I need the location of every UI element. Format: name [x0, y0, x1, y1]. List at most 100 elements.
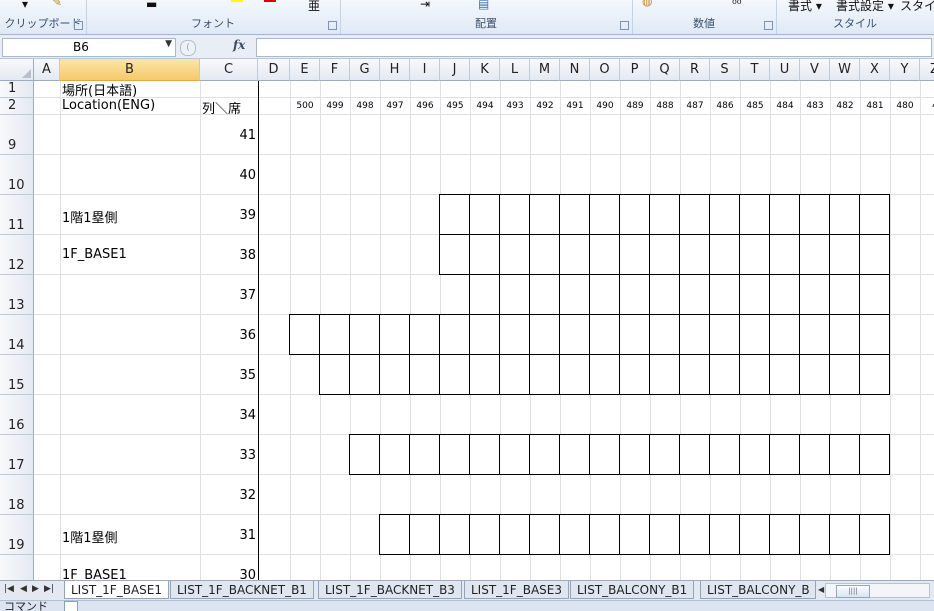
seat-cell[interactable]: [409, 354, 440, 395]
seat-number-cell[interactable]: 489: [620, 101, 650, 111]
seat-cell[interactable]: [799, 274, 830, 315]
seat-cell[interactable]: [859, 434, 890, 475]
next-sheet-icon[interactable]: ▶: [32, 584, 39, 594]
seat-number-cell[interactable]: 485: [740, 101, 770, 111]
column-header-c[interactable]: C: [200, 59, 258, 81]
clipboard-launcher-icon[interactable]: [74, 21, 83, 30]
seat-cell[interactable]: [499, 274, 530, 315]
seat-cell[interactable]: [559, 514, 590, 555]
column-header-r[interactable]: R: [680, 59, 710, 81]
seat-cell[interactable]: [559, 354, 590, 395]
scroll-left-icon[interactable]: ◀: [818, 585, 824, 594]
seat-cell[interactable]: [709, 354, 740, 395]
seat-cell[interactable]: [859, 234, 890, 275]
seat-number-cell[interactable]: 486: [710, 101, 740, 111]
row-header[interactable]: 19: [0, 515, 34, 555]
seat-cell[interactable]: [829, 314, 860, 355]
seat-cell[interactable]: [649, 314, 680, 355]
seat-cell[interactable]: [589, 354, 620, 395]
column-header-h[interactable]: H: [380, 59, 410, 81]
column-header-w[interactable]: W: [830, 59, 860, 81]
seat-cell[interactable]: [439, 434, 470, 475]
column-header-t[interactable]: T: [740, 59, 770, 81]
seat-number-cell[interactable]: 495: [440, 101, 470, 111]
seat-number-cell[interactable]: 487: [680, 101, 710, 111]
indent-icon[interactable]: ⇥: [420, 0, 430, 11]
seat-cell[interactable]: [499, 354, 530, 395]
column-header-p[interactable]: P: [620, 59, 650, 81]
row-header[interactable]: 13: [0, 275, 34, 315]
seat-cell[interactable]: [349, 354, 380, 395]
column-header-a[interactable]: A: [34, 59, 60, 81]
seat-cell[interactable]: [709, 434, 740, 475]
seat-cell[interactable]: [559, 434, 590, 475]
seat-cell[interactable]: [829, 354, 860, 395]
seat-cell[interactable]: [739, 514, 770, 555]
seat-cell[interactable]: [529, 314, 560, 355]
seat-cell[interactable]: [769, 274, 800, 315]
tab-list-balcony-b1[interactable]: LIST_BALCONY_B1: [570, 581, 695, 599]
seat-cell[interactable]: [409, 514, 440, 555]
wrap-text-icon[interactable]: ▤: [478, 0, 489, 11]
column-header-l[interactable]: L: [500, 59, 530, 81]
seat-cell[interactable]: [859, 314, 890, 355]
row-number-cell[interactable]: 38: [196, 248, 256, 263]
scrollbar-thumb[interactable]: ||||: [836, 585, 870, 598]
seat-cell[interactable]: [859, 194, 890, 235]
formula-input[interactable]: [256, 38, 932, 57]
seat-cell[interactable]: [589, 234, 620, 275]
phonetic-icon[interactable]: 亜: [308, 0, 320, 14]
name-box-chevron-down-icon[interactable]: ▼: [165, 39, 172, 49]
cell-b2[interactable]: Location(ENG): [62, 98, 155, 113]
seat-cell[interactable]: [349, 314, 380, 355]
seat-cell[interactable]: [529, 434, 560, 475]
column-header-o[interactable]: O: [590, 59, 620, 81]
row-number-cell[interactable]: 41: [196, 128, 256, 143]
insert-function-button[interactable]: fx: [233, 38, 245, 52]
seat-cell[interactable]: [499, 514, 530, 555]
seat-cell[interactable]: [559, 194, 590, 235]
seat-number-cell[interactable]: 480: [890, 101, 920, 111]
seat-number-cell[interactable]: 483: [800, 101, 830, 111]
seat-cell[interactable]: [619, 354, 650, 395]
seat-cell[interactable]: [649, 194, 680, 235]
seat-number-cell[interactable]: 481: [860, 101, 890, 111]
row-header[interactable]: 12: [0, 235, 34, 275]
seat-cell[interactable]: [649, 514, 680, 555]
seat-cell[interactable]: [589, 194, 620, 235]
seat-cell[interactable]: [739, 314, 770, 355]
seat-number-cell[interactable]: 499: [320, 101, 350, 111]
seat-cell[interactable]: [529, 274, 560, 315]
tab-list-1f-backnet-b1[interactable]: LIST_1F_BACKNET_B1: [170, 581, 314, 599]
seat-cell[interactable]: [679, 194, 710, 235]
tab-list-1f-base1[interactable]: LIST_1F_BASE1: [64, 581, 169, 599]
row-header[interactable]: 10: [0, 155, 34, 195]
seat-number-cell[interactable]: 493: [500, 101, 530, 111]
seat-cell[interactable]: [379, 314, 410, 355]
seat-cell[interactable]: [469, 354, 500, 395]
row-header[interactable]: 1: [0, 81, 34, 98]
row-number-cell[interactable]: 40: [196, 168, 256, 183]
seat-cell[interactable]: [859, 354, 890, 395]
paste-dropdown-icon[interactable]: ▾: [22, 0, 28, 11]
seat-cell[interactable]: [799, 434, 830, 475]
seat-cell[interactable]: [499, 234, 530, 275]
seat-cell[interactable]: [559, 234, 590, 275]
seat-cell[interactable]: [679, 514, 710, 555]
styles-button[interactable]: スタイル: [900, 0, 934, 14]
seat-cell[interactable]: [499, 434, 530, 475]
format-as-table-button[interactable]: 書式 ▾: [788, 0, 822, 14]
row-header[interactable]: 9: [0, 115, 34, 155]
seat-cell[interactable]: [469, 194, 500, 235]
font-launcher-icon[interactable]: [328, 21, 337, 30]
cell-b19[interactable]: 1階1塁側: [62, 527, 118, 546]
seat-cell[interactable]: [679, 434, 710, 475]
column-header-u[interactable]: U: [770, 59, 800, 81]
seat-number-cell[interactable]: 500: [290, 101, 320, 111]
seat-cell[interactable]: [799, 234, 830, 275]
seat-cell[interactable]: [649, 234, 680, 275]
cell-b12[interactable]: 1F_BASE1: [62, 247, 127, 262]
column-header-e[interactable]: E: [290, 59, 320, 81]
row-header[interactable]: 15: [0, 355, 34, 395]
seat-cell[interactable]: [709, 194, 740, 235]
